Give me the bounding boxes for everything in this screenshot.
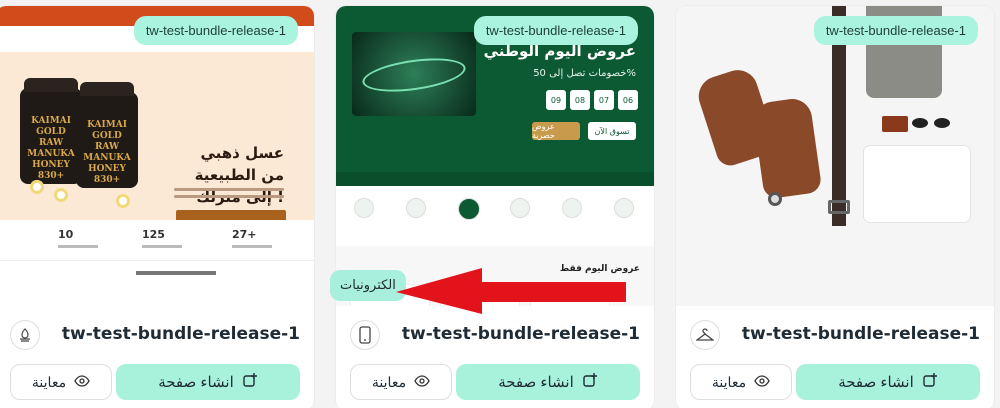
stat-value: 10 [58, 228, 98, 248]
template-tag: tw-test-bundle-release-1 [813, 16, 978, 45]
benefits-section [0, 260, 314, 306]
flower-decoration [116, 194, 130, 208]
create-page-button[interactable]: انشاء صفحة [116, 364, 300, 400]
preview-button[interactable]: معاينة [10, 364, 112, 400]
honey-jar-image: KAIMAI GOLD RAW MANUKA HONEY 830+ [20, 78, 82, 184]
honey-category-icon [10, 320, 40, 350]
honey-hero: KAIMAI GOLD RAW MANUKA HONEY 830+ KAIMAI… [0, 52, 314, 222]
template-card-fashion[interactable]: tw-test-bundle-release-1 tw-test-bundle-… [676, 6, 994, 408]
hero-subtext: خصومات تصل إلى 50% [533, 68, 636, 79]
card-info: tw-test-bundle-release-1 انشاء صفحة معاي… [336, 306, 654, 408]
template-preview-electronics[interactable]: عروض اليوم الوطني خصومات تصل إلى 50% 09 … [336, 6, 654, 306]
add-page-icon [582, 372, 598, 392]
hero-shop-button: تسوق الآن [588, 122, 636, 140]
countdown-timer: 09 08 07 06 [546, 90, 638, 110]
template-preview-honey[interactable]: KAIMAI GOLD RAW MANUKA HONEY 830+ KAIMAI… [0, 6, 314, 306]
preview-button[interactable]: معاينة [350, 364, 452, 400]
eye-icon [74, 374, 90, 390]
hero-offers-button: عروض حصرية [532, 122, 580, 140]
red-arrow-annotation [396, 268, 626, 314]
template-grid: KAIMAI GOLD RAW MANUKA HONEY 830+ KAIMAI… [0, 0, 1000, 408]
template-card-electronics[interactable]: عروض اليوم الوطني خصومات تصل إلى 50% 09 … [336, 6, 654, 408]
stats-row: 10 125 27+ [0, 220, 314, 260]
category-tooltip: الكترونيات [330, 270, 406, 301]
belt-buckle [828, 200, 850, 214]
preview-button[interactable]: معاينة [690, 364, 792, 400]
template-title: tw-test-bundle-release-1 [61, 324, 300, 344]
flower-decoration [30, 180, 44, 194]
hero-subtext [174, 188, 284, 202]
stat-value: 125 [142, 228, 182, 248]
card-info: tw-test-bundle-release-1 انشاء صفحة معاي… [0, 306, 314, 408]
create-page-button[interactable]: انشاء صفحة [456, 364, 640, 400]
flower-decoration [54, 188, 68, 202]
category-tabs [336, 172, 654, 186]
create-page-button[interactable]: انشاء صفحة [796, 364, 980, 400]
category-icons-row [336, 186, 654, 246]
template-tag: tw-test-bundle-release-1 [473, 16, 638, 45]
template-title: tw-test-bundle-release-1 [401, 324, 640, 344]
template-title: tw-test-bundle-release-1 [741, 324, 980, 344]
watch-image [768, 192, 782, 206]
honey-jar-image: KAIMAI GOLD RAW MANUKA HONEY 830+ [76, 82, 138, 188]
stat-value: 27+ [232, 228, 272, 248]
add-page-icon [922, 372, 938, 392]
sunglasses-image [912, 118, 952, 128]
hero-image [352, 32, 476, 116]
template-tag: tw-test-bundle-release-1 [133, 16, 298, 45]
tshirt-image [864, 146, 970, 222]
template-card-honey[interactable]: KAIMAI GOLD RAW MANUKA HONEY 830+ KAIMAI… [0, 6, 314, 408]
hanger-category-icon [690, 320, 720, 350]
eye-icon [754, 374, 770, 390]
eye-icon [414, 374, 430, 390]
card-info: tw-test-bundle-release-1 انشاء صفحة معاي… [676, 306, 994, 408]
wallet-image [882, 116, 908, 132]
template-preview-fashion[interactable] [676, 6, 994, 306]
add-page-icon [242, 372, 258, 392]
phone-category-icon[interactable] [350, 320, 380, 350]
